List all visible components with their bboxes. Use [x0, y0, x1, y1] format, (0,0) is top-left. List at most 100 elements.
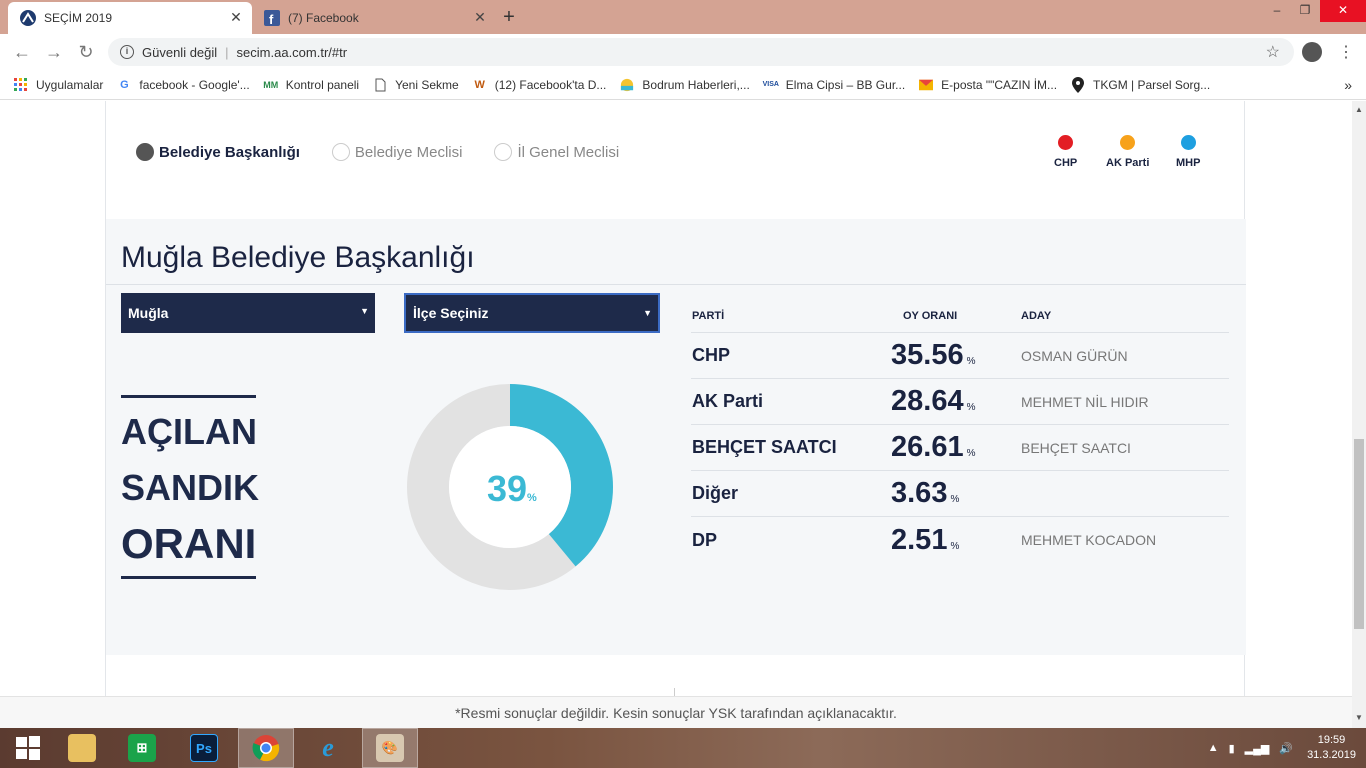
ie-logo-icon: e: [322, 733, 334, 762]
party-name: DP: [692, 529, 718, 550]
opened-box-label: AÇILAN SANDIK ORANI: [121, 395, 260, 579]
bookmarks-more-icon[interactable]: »: [1344, 77, 1352, 93]
tab-title: SEÇİM 2019: [44, 11, 113, 25]
legend-mhp: MHP: [1176, 135, 1200, 169]
bookmark-kontrol[interactable]: MM Kontrol paneli: [263, 78, 359, 92]
bookmark-star-icon[interactable]: ☆: [1266, 42, 1280, 62]
address-bar[interactable]: i Güvenli değil | secim.aa.com.tr/#tr ☆: [108, 38, 1294, 66]
tab-close-icon[interactable]: ✕: [228, 9, 244, 26]
browser-toolbar: ← → ↻ i Güvenli değil | secim.aa.com.tr/…: [0, 34, 1366, 70]
vote-rate: 28.64%: [891, 385, 1021, 418]
percent-sign: %: [527, 492, 537, 504]
url-text[interactable]: secim.aa.com.tr/#tr: [237, 45, 348, 60]
radio-belediye-baskanligi[interactable]: Belediye Başkanlığı: [136, 143, 300, 161]
bookmark-label: Uygulamalar: [36, 77, 104, 92]
bookmark-label: Bodrum Haberleri,...: [642, 77, 750, 92]
reload-icon[interactable]: ↻: [76, 42, 96, 62]
election-type-selector: Belediye Başkanlığı Belediye Meclisi İl …: [136, 143, 651, 161]
candidate-name: MEHMET NİL HIDIR: [1021, 393, 1149, 410]
ie-icon[interactable]: e: [300, 728, 356, 768]
percent-sign: %: [950, 540, 960, 552]
tray-expand-icon[interactable]: ▲: [1208, 742, 1219, 754]
vote-rate: 26.61%: [891, 431, 1021, 464]
district-select[interactable]: İlçe Seçiniz ▼: [404, 293, 660, 333]
results-table: PARTİ OY ORANI ADAY CHP 35.56% OSMAN GÜR…: [691, 299, 1229, 563]
city-select-value: Muğla: [128, 305, 169, 321]
radio-il-genel-meclisi[interactable]: İl Genel Meclisi: [494, 143, 619, 161]
bookmark-tkgm[interactable]: TKGM | Parsel Sorg...: [1071, 76, 1211, 93]
bookmark-eposta[interactable]: E-posta ""CAZIN İM...: [919, 78, 1057, 92]
aa-icon: [20, 10, 36, 26]
percent-sign: %: [950, 494, 960, 505]
bookmark-label: Yeni Sekme: [395, 77, 459, 92]
page-scrollbar[interactable]: ▲ ▼: [1352, 101, 1366, 728]
volume-icon[interactable]: 🔊: [1279, 742, 1293, 755]
legend-label: MHP: [1176, 157, 1201, 169]
apps-icon: [14, 77, 28, 92]
bookmark-label: E-posta ""CAZIN İM...: [941, 77, 1058, 92]
info-icon[interactable]: i: [120, 45, 134, 59]
tab-facebook[interactable]: f (7) Facebook ✕: [252, 2, 496, 34]
svg-text:f: f: [269, 12, 274, 26]
windows-start-icon[interactable]: [0, 728, 56, 768]
radio-label: Belediye Meclisi: [354, 143, 463, 161]
photoshop-icon[interactable]: Ps: [176, 728, 232, 768]
w-icon: W: [474, 78, 485, 91]
folder-icon: [68, 734, 96, 762]
battery-icon[interactable]: ▮: [1229, 742, 1235, 755]
bookmark-bodrum[interactable]: Bodrum Haberleri,...: [620, 77, 750, 92]
store-bag-icon: ⊞: [128, 734, 156, 762]
results-panel: Muğla Belediye Başkanlığı Muğla ▼ İlçe S…: [106, 219, 1246, 655]
chrome-icon[interactable]: [238, 728, 294, 768]
chrome-logo-icon: [252, 735, 280, 762]
opened-line-2: SANDIK: [121, 467, 260, 508]
scroll-down-icon[interactable]: ▼: [1355, 713, 1363, 722]
legend-dot: [1180, 135, 1196, 150]
scroll-up-icon[interactable]: ▲: [1355, 105, 1363, 114]
rate-value: 35.56: [891, 339, 964, 371]
tab-close-icon[interactable]: ✕: [472, 9, 488, 26]
profile-icon[interactable]: [1302, 42, 1322, 62]
legend-label: CHP: [1054, 157, 1078, 169]
percent-sign: %: [966, 448, 976, 459]
menu-icon[interactable]: ⋮: [1338, 42, 1354, 62]
bookmark-google[interactable]: G facebook - Google'...: [117, 78, 250, 92]
google-icon: G: [120, 78, 129, 91]
legend-dot: [1058, 135, 1074, 150]
percent-sign: %: [966, 356, 976, 367]
clock[interactable]: 19:59 31.3.2019: [1307, 733, 1356, 763]
candidate-name: OSMAN GÜRÜN: [1021, 347, 1128, 364]
bookmark-facebook[interactable]: W (12) Facebook'ta D...: [473, 78, 607, 92]
back-icon[interactable]: ←: [12, 42, 32, 62]
city-select[interactable]: Muğla ▼: [121, 293, 375, 333]
table-row: Diğer 3.63%: [691, 471, 1229, 517]
party-name: BEHÇET SAATCI: [692, 437, 837, 457]
file-explorer-icon[interactable]: [54, 728, 110, 768]
security-warning: Güvenli değil: [142, 44, 218, 60]
close-window-button[interactable]: ✕: [1320, 0, 1366, 22]
store-icon[interactable]: ⊞: [114, 728, 170, 768]
forward-icon[interactable]: →: [44, 42, 64, 62]
percent-sign: %: [966, 402, 976, 413]
maximize-button[interactable]: ❐: [1290, 0, 1320, 22]
paint-icon[interactable]: 🎨: [362, 728, 418, 768]
new-tab-button[interactable]: +: [498, 6, 520, 29]
header-candidate: ADAY: [1021, 309, 1052, 322]
dropdown-arrow-icon: ▼: [360, 306, 369, 316]
bookmark-label: TKGM | Parsel Sorg...: [1093, 77, 1211, 92]
rate-value: 2.51: [891, 523, 948, 556]
opened-rate-number: 39: [487, 468, 528, 509]
minimize-button[interactable]: –: [1262, 0, 1292, 22]
facebook-icon: f: [264, 10, 280, 26]
header-party: PARTİ: [692, 309, 725, 322]
bookmark-yeni-sekme[interactable]: Yeni Sekme: [373, 78, 459, 92]
party-name: CHP: [692, 345, 731, 365]
network-icon[interactable]: ▂▄▆: [1245, 742, 1270, 755]
tab-secim[interactable]: SEÇİM 2019 ✕: [8, 2, 252, 34]
dropdown-arrow-icon: ▼: [643, 308, 652, 318]
bookmark-apps[interactable]: Uygulamalar: [14, 77, 104, 92]
scrollbar-thumb[interactable]: [1354, 439, 1364, 629]
radio-belediye-meclisi[interactable]: Belediye Meclisi: [331, 143, 463, 161]
legend-chp: CHP: [1054, 135, 1077, 169]
bookmark-elma[interactable]: VISA Elma Cipsi – BB Gur...: [763, 78, 906, 92]
